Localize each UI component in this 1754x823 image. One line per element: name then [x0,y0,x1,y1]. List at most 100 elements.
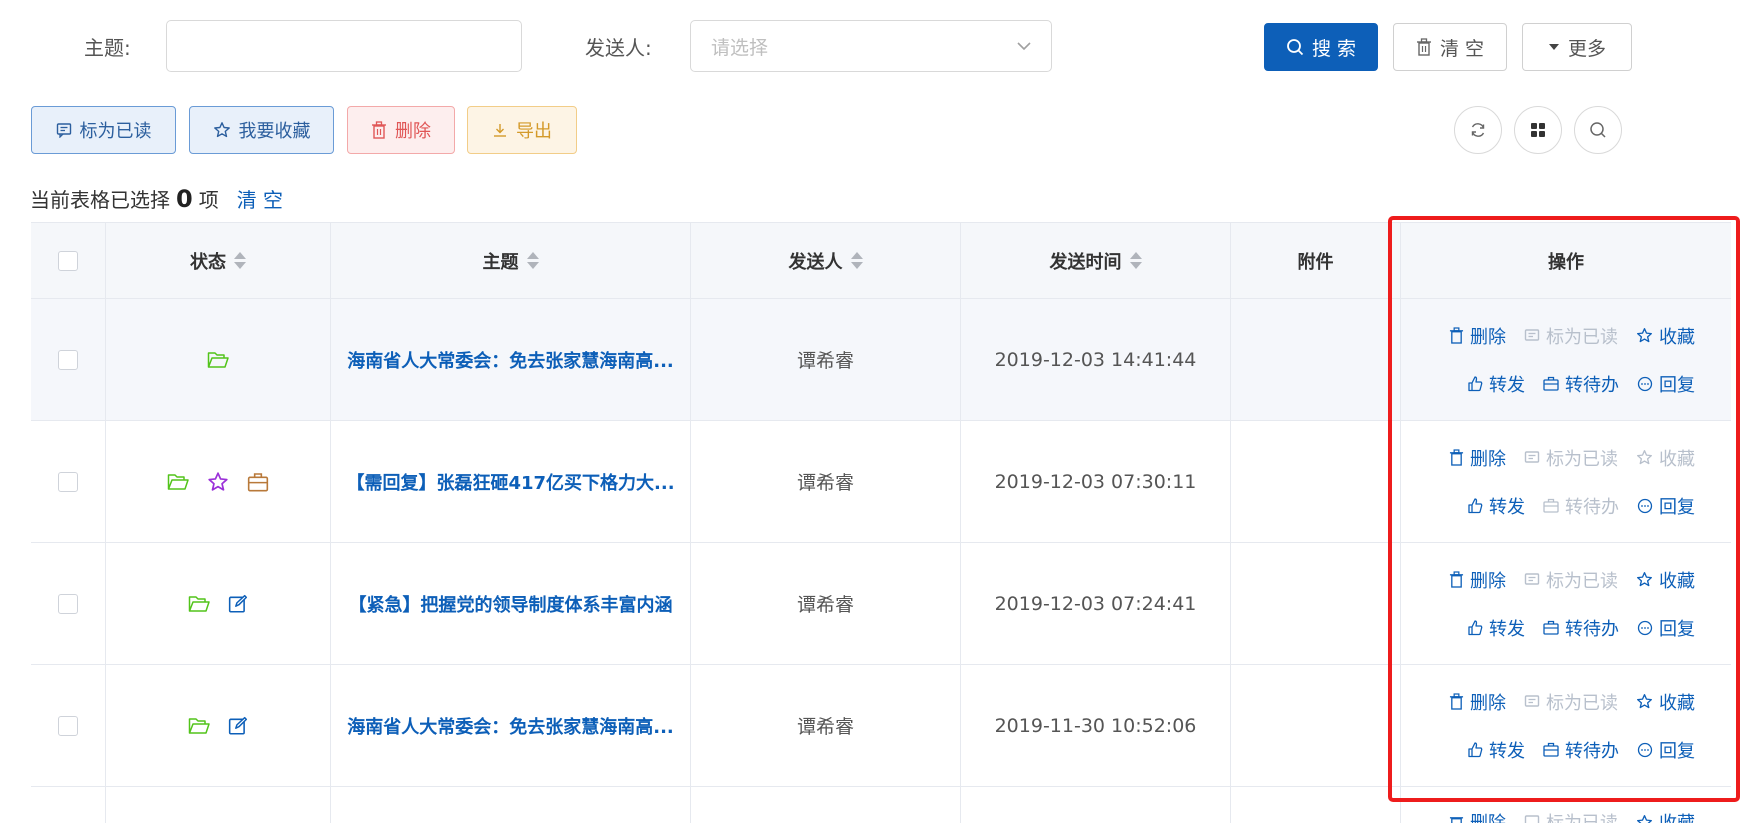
row-reply-button[interactable]: 回复 [1637,737,1695,763]
search-icon [1590,122,1606,138]
trash-icon [1449,571,1464,588]
columns-button[interactable] [1514,106,1562,154]
star-icon [213,122,230,138]
message-icon [1524,572,1540,585]
search-button[interactable]: 搜 索 [1264,23,1378,71]
row-todo-button[interactable]: 转待办 [1543,371,1619,397]
row-checkbox[interactable] [58,471,78,492]
row-reply-button[interactable]: 回复 [1637,615,1695,641]
download-icon [494,124,506,137]
briefcase-icon [1543,620,1559,635]
row-favorite-button[interactable]: 收藏 [1636,809,1695,823]
row-checkbox[interactable] [58,349,78,370]
briefcase-icon [247,472,269,491]
row-forward-button[interactable]: 转发 [1467,493,1525,519]
header-time-label: 发送时间 [1049,251,1122,273]
favorite-button[interactable]: 我要收藏 [189,106,334,154]
header-attachment-label: 附件 [1297,251,1334,273]
send-time: 2019-12-03 07:30:11 [994,470,1197,493]
trash-icon [1449,327,1464,344]
search-bar: 主题: 发送人: 请选择 搜 索 清 空 更多 [0,18,1754,72]
sender-select-placeholder: 请选择 [711,36,769,59]
table-row[interactable]: 【紧急】把握党的领导制度体系丰富内涵 谭希睿 2019-12-03 07:24:… [31,543,1731,665]
selection-prefix: 当前表格已选择 [30,188,170,212]
row-reply-button[interactable]: 回复 [1637,371,1695,397]
sender-name: 谭希睿 [796,594,854,616]
sort-icon [526,252,539,269]
row-favorite-button[interactable]: 收藏 [1636,689,1695,715]
export-button[interactable]: 导出 [467,106,577,154]
thumb-icon [1468,620,1483,636]
toggle-search-button[interactable] [1574,106,1622,154]
subject-link[interactable]: 【紧急】把握党的领导制度体系丰富内涵 [349,591,673,617]
briefcase-icon [1543,498,1559,513]
sender-name: 谭希睿 [796,350,854,372]
row-forward-button[interactable]: 转发 [1467,737,1525,763]
table-row[interactable]: 海南省人大常委会：免去张家慧海南高... 谭希睿 2019-12-03 14:4… [31,299,1731,421]
table-row[interactable]: 海南省人大常委会：免去张家慧海南高... 谭希睿 2019-11-30 10:5… [31,665,1731,787]
trash-icon [1416,38,1431,56]
table-row[interactable]: 【需回复】张磊狂砸417亿买下格力大... 谭希睿 2019-12-03 07:… [31,421,1731,543]
row-delete-button[interactable]: 删除 [1449,567,1506,593]
row-delete-button[interactable]: 删除 [1449,323,1506,349]
clear-selection-link[interactable]: 清 空 [237,184,283,213]
row-delete-button[interactable]: 删除 [1449,809,1506,823]
sender-select[interactable]: 请选择 [690,20,1052,72]
selection-info: 当前表格已选择 0 项 清 空 [30,184,283,213]
subject-label: 主题: [84,36,131,60]
row-reply-button[interactable]: 回复 [1637,493,1695,519]
header-subject[interactable]: 主题 [331,223,691,298]
row-forward-button[interactable]: 转发 [1467,371,1525,397]
folder-open-icon [207,351,229,368]
header-sender-label: 发送人 [788,251,843,273]
row-todo-button[interactable]: 转待办 [1543,737,1619,763]
chat-bubble-icon [1637,620,1653,635]
row-delete-button[interactable]: 删除 [1449,689,1506,715]
sort-icon [1129,252,1142,269]
message-table: 状态 主题 发送人 发送时间 附件 操作 海南省人大常委会：免去张家慧海南高..… [31,222,1731,823]
subject-input[interactable] [166,20,522,72]
delete-label: 删除 [395,121,431,142]
selection-count: 0 [176,185,193,213]
subject-link[interactable]: 海南省人大常委会：免去张家慧海南高... [347,347,674,373]
more-button[interactable]: 更多 [1522,23,1632,71]
selection-suffix: 项 [198,188,219,212]
row-favorite-button: 收藏 [1636,445,1695,471]
select-all-checkbox[interactable] [58,250,78,271]
row-todo-button: 转待办 [1543,493,1619,519]
message-list-page: 主题: 发送人: 请选择 搜 索 清 空 更多 标为已读 我要收藏 删除 导出 … [0,0,1754,823]
row-favorite-button[interactable]: 收藏 [1636,323,1695,349]
caret-down-icon [1548,44,1559,50]
mark-read-button[interactable]: 标为已读 [31,106,176,154]
folder-open-icon [188,595,210,612]
row-checkbox[interactable] [58,715,78,736]
delete-button[interactable]: 删除 [347,106,455,154]
star-icon [1637,450,1652,465]
refresh-button[interactable] [1454,106,1502,154]
clear-button[interactable]: 清 空 [1393,23,1507,71]
message-icon [1524,815,1540,823]
header-status-label: 状态 [190,251,226,273]
header-attachment: 附件 [1231,223,1401,298]
row-delete-button[interactable]: 删除 [1449,445,1506,471]
row-favorite-button[interactable]: 收藏 [1636,567,1695,593]
message-icon [56,123,71,138]
subject-link[interactable]: 海南省人大常委会：免去张家慧海南高... [347,713,674,739]
row-todo-button[interactable]: 转待办 [1543,615,1619,641]
mark-read-label: 标为已读 [79,121,152,142]
header-time[interactable]: 发送时间 [961,223,1231,298]
header-sender[interactable]: 发送人 [691,223,961,298]
table-row[interactable]: 删除 标为已读 收藏 [31,787,1731,823]
header-status[interactable]: 状态 [106,223,331,298]
briefcase-icon [1543,742,1559,757]
sort-icon [234,252,246,269]
star-icon [1637,572,1652,587]
send-time: 2019-12-03 14:41:44 [994,348,1197,371]
header-ops: 操作 [1401,223,1731,298]
subject-link[interactable]: 【需回复】张磊狂砸417亿买下格力大... [346,469,674,495]
header-checkbox-cell [31,223,106,298]
thumb-icon [1468,742,1483,758]
row-checkbox[interactable] [58,593,78,614]
briefcase-icon [1543,376,1559,391]
row-forward-button[interactable]: 转发 [1467,615,1525,641]
